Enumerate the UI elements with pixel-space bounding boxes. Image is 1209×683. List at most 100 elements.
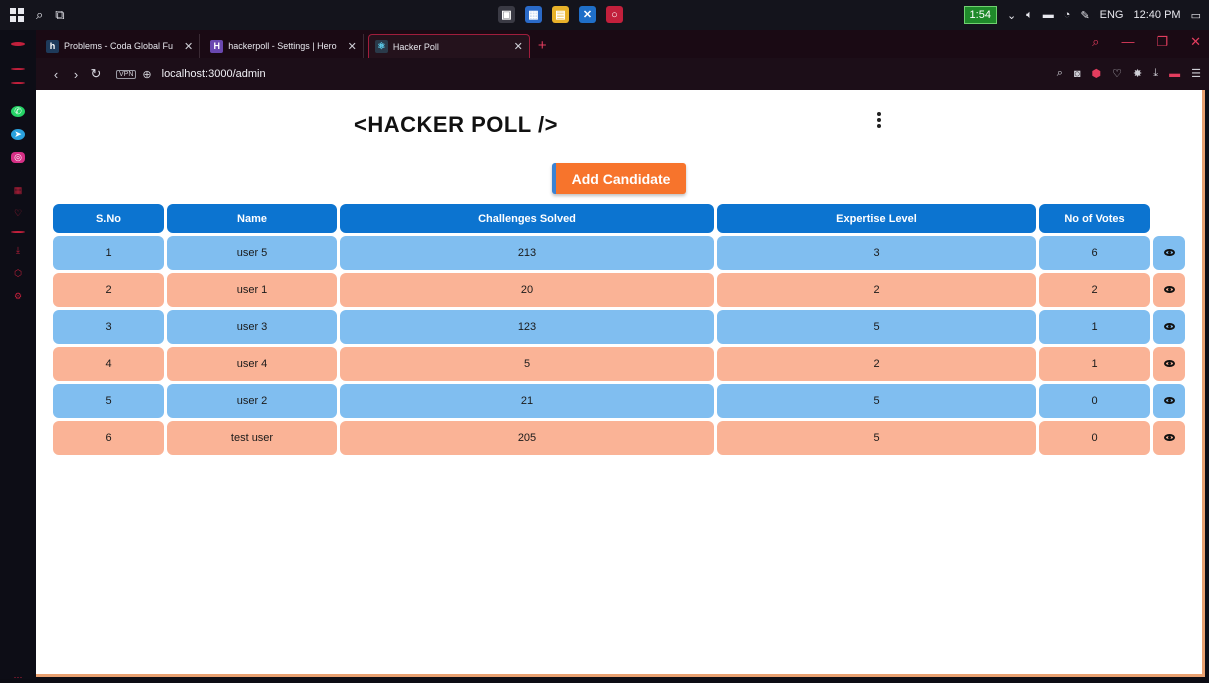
view-button[interactable] — [1153, 384, 1185, 418]
column-header-challenges[interactable]: Challenges Solved — [340, 204, 714, 233]
history-icon[interactable] — [11, 231, 25, 233]
pen-icon[interactable]: ✎ — [1080, 9, 1089, 22]
tab-coda[interactable]: h Problems - Coda Global Fu ✕ — [40, 34, 201, 58]
whatsapp-icon[interactable]: ✆ — [11, 106, 25, 117]
tab-search-icon[interactable]: ⌕ — [1092, 34, 1099, 50]
column-header-name[interactable]: Name — [167, 204, 337, 233]
column-header-sno[interactable]: S.No — [53, 204, 164, 233]
store-app-icon[interactable]: ▦ — [525, 6, 542, 23]
table-row[interactable]: 2 user 1 20 2 2 — [53, 273, 1185, 307]
view-button[interactable] — [1153, 273, 1185, 307]
heart-icon[interactable]: ♡ — [1112, 67, 1122, 80]
opera-app-icon[interactable]: ○ — [606, 6, 623, 23]
wifi-icon[interactable]: ◔ — [1064, 9, 1071, 21]
cell-votes: 1 — [1039, 310, 1150, 344]
notification-icon[interactable]: ▭ — [1191, 9, 1201, 22]
reload-icon[interactable]: ↻ — [86, 66, 106, 82]
cell-challenges: 5 — [340, 347, 714, 381]
battery-saver-icon[interactable]: ▬ — [1169, 68, 1180, 80]
windows-taskbar: ⌕ ⧉ ▣ ▦ ▤ ✕ ○ 1:54 ⌄ 🔈︎ ▬ ◔ ✎ ENG 12:40 … — [0, 0, 1209, 30]
view-button[interactable] — [1153, 347, 1185, 381]
table-row[interactable]: 3 user 3 123 5 1 — [53, 310, 1185, 344]
eye-icon — [1163, 249, 1175, 256]
view-button[interactable] — [1153, 421, 1185, 455]
tab-hacker-poll[interactable]: ⚛ Hacker Poll ✕ — [367, 34, 530, 58]
tab-label: Problems - Coda Global Fu — [64, 41, 174, 51]
search-icon[interactable]: ⌕ — [36, 7, 43, 23]
view-button[interactable] — [1153, 236, 1185, 270]
column-header-votes[interactable]: No of Votes — [1039, 204, 1150, 233]
cell-sno: 4 — [53, 347, 164, 381]
heart-icon[interactable]: ♡ — [11, 208, 25, 219]
tab-bar: h Problems - Coda Global Fu ✕ H hackerpo… — [36, 30, 1209, 58]
volume-icon[interactable]: 🔈︎ — [1026, 9, 1033, 22]
new-tab-icon[interactable]: + — [538, 37, 547, 54]
table-row[interactable]: 4 user 4 5 2 1 — [53, 347, 1185, 381]
table-row[interactable]: 6 test user 205 5 0 — [53, 421, 1185, 455]
tab-label: Hacker Poll — [392, 41, 439, 52]
extensions-icon[interactable]: ✸ — [1133, 67, 1142, 80]
download-icon[interactable]: ⤓ — [1153, 67, 1158, 80]
url-field[interactable]: localhost:3000/admin — [162, 68, 266, 80]
eye-icon — [1163, 360, 1175, 367]
cell-name: user 2 — [167, 384, 337, 418]
window-close-icon[interactable]: ✕ — [1190, 34, 1201, 50]
shield-icon[interactable]: ⬢ — [1092, 67, 1102, 80]
clock[interactable]: 12:40 PM — [1134, 9, 1181, 21]
add-candidate-button[interactable]: Add Candidate — [552, 163, 686, 194]
battery-indicator[interactable]: 1:54 — [963, 6, 997, 24]
forward-icon[interactable]: › — [66, 67, 86, 82]
vscode-icon[interactable]: ✕ — [579, 6, 596, 23]
cell-name: user 5 — [167, 236, 337, 270]
close-icon[interactable]: ✕ — [514, 40, 523, 53]
language-indicator[interactable]: ENG — [1100, 9, 1124, 21]
cell-sno: 5 — [53, 384, 164, 418]
download-icon[interactable]: ⤓ — [11, 245, 25, 256]
table-header-row: S.No Name Challenges Solved Expertise Le… — [53, 204, 1185, 233]
battery-icon[interactable]: ▬ — [1043, 9, 1054, 21]
coda-favicon-icon: h — [46, 39, 59, 53]
camera-icon[interactable]: ◙ — [1074, 68, 1081, 80]
cell-sno: 3 — [53, 310, 164, 344]
apps-icon[interactable]: ▦ — [11, 185, 25, 196]
windows-start-icon[interactable] — [10, 8, 24, 22]
close-icon[interactable]: ✕ — [184, 40, 193, 53]
cube-icon[interactable]: ⬡ — [11, 268, 25, 279]
table-row[interactable]: 5 user 2 21 5 0 — [53, 384, 1185, 418]
search-icon[interactable]: ⌕ — [1057, 67, 1063, 80]
telegram-icon[interactable]: ➤ — [11, 129, 25, 140]
cell-level: 5 — [717, 384, 1036, 418]
minimize-icon[interactable]: — — [1121, 34, 1134, 50]
table-row[interactable]: 1 user 5 213 3 6 — [53, 236, 1185, 270]
globe-icon: ⊕ — [142, 68, 152, 81]
more-icon[interactable]: ⋯ — [11, 672, 25, 683]
browser-sidebar: ✆ ➤ ◎ ▦ ♡ ⤓ ⬡ ⚙ ⋯ — [0, 30, 36, 682]
settings-icon[interactable]: ⚙ — [11, 291, 25, 302]
file-explorer-icon[interactable]: ▤ — [552, 6, 569, 23]
close-icon[interactable]: ✕ — [348, 40, 357, 53]
task-view-icon[interactable]: ⧉ — [55, 7, 64, 23]
instagram-icon[interactable]: ◎ — [11, 152, 25, 163]
terminal-app-icon[interactable]: ▣ — [498, 6, 515, 23]
tab-label: hackerpoll - Settings | Hero — [228, 41, 337, 51]
back-icon[interactable]: ‹ — [46, 67, 66, 82]
cell-name: user 3 — [167, 310, 337, 344]
cell-challenges: 20 — [340, 273, 714, 307]
cell-level: 2 — [717, 347, 1036, 381]
column-header-level[interactable]: Expertise Level — [717, 204, 1036, 233]
chevron-down-icon[interactable]: ⌄ — [1007, 9, 1016, 22]
easy-setup-icon[interactable]: ☰ — [1191, 67, 1201, 80]
vpn-badge[interactable]: VPN — [116, 69, 137, 79]
view-button[interactable] — [1153, 310, 1185, 344]
speed-icon[interactable] — [11, 82, 25, 84]
cell-challenges: 213 — [340, 236, 714, 270]
candidates-table: S.No Name Challenges Solved Expertise Le… — [50, 201, 1188, 458]
page-title: <HACKER POLL /> — [354, 112, 558, 137]
gamepad-icon[interactable] — [11, 68, 25, 70]
cell-votes: 6 — [1039, 236, 1150, 270]
more-options-icon[interactable] — [874, 110, 884, 130]
tab-heroku[interactable]: H hackerpoll - Settings | Hero ✕ — [204, 34, 364, 58]
restore-icon[interactable]: ❐ — [1156, 34, 1168, 50]
eye-icon — [1163, 323, 1175, 330]
opera-logo-icon[interactable] — [11, 42, 25, 46]
